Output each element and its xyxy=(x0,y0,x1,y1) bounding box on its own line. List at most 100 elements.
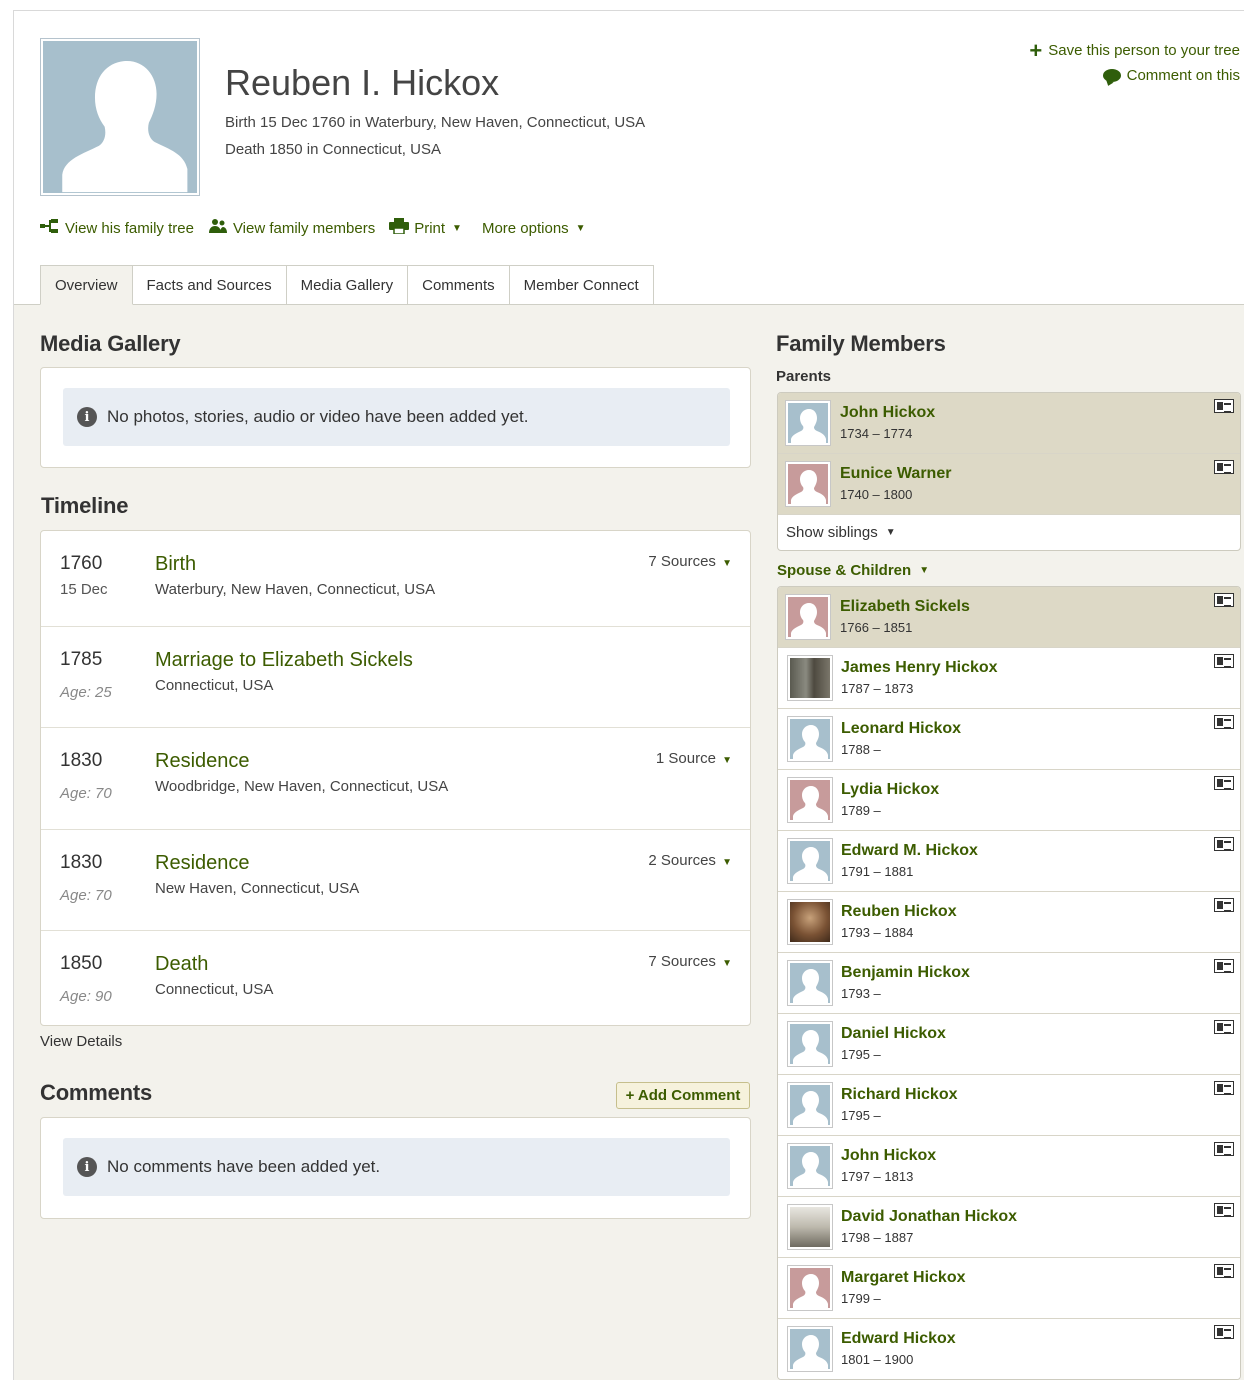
profile-card-icon[interactable] xyxy=(1214,1142,1234,1156)
timeline-event: 1830 Age: 70 Residence New Haven, Connec… xyxy=(41,830,750,931)
family-member-row[interactable]: James Henry Hickox 1787 – 1873 xyxy=(778,648,1240,709)
family-member-row[interactable]: Elizabeth Sickels 1766 – 1851 xyxy=(778,587,1240,648)
profile-card-icon[interactable] xyxy=(1214,1081,1234,1095)
show-siblings-row: Show siblings ▼ xyxy=(778,515,1240,550)
family-member-row[interactable]: John Hickox 1797 – 1813 xyxy=(778,1136,1240,1197)
info-icon: i xyxy=(77,1157,97,1177)
family-tree-icon xyxy=(40,218,60,238)
family-members-heading: Family Members xyxy=(776,331,946,356)
avatar xyxy=(787,777,833,823)
profile-photo[interactable] xyxy=(40,38,200,196)
family-member-row[interactable]: Benjamin Hickox 1793 – xyxy=(778,953,1240,1014)
profile-card-icon[interactable] xyxy=(1214,399,1234,413)
family-member-row[interactable]: Richard Hickox 1795 – xyxy=(778,1075,1240,1136)
person-name: Reuben I. Hickox xyxy=(225,62,500,103)
caret-down-icon: ▼ xyxy=(722,558,732,569)
event-title[interactable]: Birth xyxy=(155,553,196,576)
family-member-row[interactable]: David Jonathan Hickox 1798 – 1887 xyxy=(778,1197,1240,1258)
tab-overview[interactable]: Overview xyxy=(40,265,133,305)
caret-down-icon: ▼ xyxy=(575,222,586,234)
profile-card-icon[interactable] xyxy=(1214,1264,1234,1278)
avatar xyxy=(787,716,833,762)
parents-label: Parents xyxy=(776,368,832,385)
top-actions: + Save this person to your tree Comment … xyxy=(1029,38,1240,88)
parents-box: John Hickox 1734 – 1774 Eunice Warner 17… xyxy=(777,392,1241,551)
spouse-children-toggle[interactable]: Spouse & Children ▼ xyxy=(777,562,929,579)
event-title[interactable]: Marriage to Elizabeth Sickels xyxy=(155,649,413,672)
event-title[interactable]: Residence xyxy=(155,750,250,773)
add-comment-button[interactable]: + Add Comment xyxy=(616,1082,750,1109)
family-member-row[interactable]: Edward Hickox 1801 – 1900 xyxy=(778,1319,1240,1379)
profile-card-icon[interactable] xyxy=(1214,654,1234,668)
comment-link[interactable]: Comment on this xyxy=(1029,63,1240,88)
profile-tabs: Overview Facts and Sources Media Gallery… xyxy=(40,265,654,305)
profile-card-icon[interactable] xyxy=(1214,460,1234,474)
comments-empty-notice: i No comments have been added yet. xyxy=(63,1138,730,1196)
avatar xyxy=(787,655,833,701)
show-siblings-toggle[interactable]: Show siblings ▼ xyxy=(786,515,896,550)
profile-card-icon[interactable] xyxy=(1214,715,1234,729)
sources-dropdown[interactable]: 2 Sources ▼ xyxy=(648,852,732,869)
comment-bubble-icon xyxy=(1102,69,1121,82)
people-icon xyxy=(208,218,228,238)
family-member-row[interactable]: Eunice Warner 1740 – 1800 xyxy=(778,454,1240,515)
print-menu[interactable]: Print ▼ xyxy=(389,218,462,238)
avatar xyxy=(787,1265,833,1311)
person-silhouette-icon xyxy=(62,61,188,193)
spouse-children-box: Elizabeth Sickels 1766 – 1851 James Henr… xyxy=(777,586,1241,1380)
family-member-row[interactable]: Reuben Hickox 1793 – 1884 xyxy=(778,892,1240,953)
avatar xyxy=(787,960,833,1006)
profile-card-icon[interactable] xyxy=(1214,1020,1234,1034)
caret-down-icon: ▼ xyxy=(722,857,732,868)
profile-card-icon[interactable] xyxy=(1214,1325,1234,1339)
family-member-row[interactable]: John Hickox 1734 – 1774 xyxy=(778,393,1240,454)
caret-down-icon: ▼ xyxy=(885,527,896,538)
family-member-row[interactable]: Daniel Hickox 1795 – xyxy=(778,1014,1240,1075)
death-summary: Death 1850 in Connecticut, USA xyxy=(225,141,441,158)
printer-icon xyxy=(389,218,410,238)
event-title[interactable]: Residence xyxy=(155,852,250,875)
avatar xyxy=(787,1082,833,1128)
tab-member-connect[interactable]: Member Connect xyxy=(509,265,654,305)
avatar xyxy=(787,1021,833,1067)
sources-dropdown[interactable]: 7 Sources ▼ xyxy=(648,553,732,570)
profile-card-icon[interactable] xyxy=(1214,837,1234,851)
tab-media-gallery[interactable]: Media Gallery xyxy=(286,265,409,305)
avatar xyxy=(787,1143,833,1189)
more-options-menu[interactable]: More options ▼ xyxy=(482,220,586,237)
caret-down-icon: ▼ xyxy=(722,958,732,969)
save-to-tree-link[interactable]: + Save this person to your tree xyxy=(1029,38,1240,63)
media-gallery-panel: i No photos, stories, audio or video hav… xyxy=(40,367,751,468)
family-member-row[interactable]: Lydia Hickox 1789 – xyxy=(778,770,1240,831)
profile-card-icon[interactable] xyxy=(1214,593,1234,607)
family-member-row[interactable]: Edward M. Hickox 1791 – 1881 xyxy=(778,831,1240,892)
plus-icon: + xyxy=(1029,37,1043,63)
comments-heading: Comments xyxy=(40,1080,153,1105)
profile-card-icon[interactable] xyxy=(1214,1203,1234,1217)
tab-facts-and-sources[interactable]: Facts and Sources xyxy=(132,265,287,305)
tab-comments[interactable]: Comments xyxy=(408,265,510,305)
birth-summary: Birth 15 Dec 1760 in Waterbury, New Have… xyxy=(225,114,646,131)
avatar xyxy=(787,899,833,945)
timeline-event: 1760 15 Dec Birth Waterbury, New Haven, … xyxy=(41,531,750,627)
sources-dropdown[interactable]: 1 Source ▼ xyxy=(656,750,732,767)
family-member-row[interactable]: Margaret Hickox 1799 – xyxy=(778,1258,1240,1319)
avatar xyxy=(787,838,833,884)
profile-card-icon[interactable] xyxy=(1214,959,1234,973)
profile-toolbar: View his family tree View family members… xyxy=(40,218,586,238)
timeline-panel: 1760 15 Dec Birth Waterbury, New Haven, … xyxy=(40,530,751,1026)
view-family-tree-link[interactable]: View his family tree xyxy=(40,218,194,238)
event-title[interactable]: Death xyxy=(155,953,208,976)
avatar xyxy=(785,594,831,640)
media-empty-notice: i No photos, stories, audio or video hav… xyxy=(63,388,730,446)
caret-down-icon: ▼ xyxy=(919,565,930,576)
family-member-row[interactable]: Leonard Hickox 1788 – xyxy=(778,709,1240,770)
sources-dropdown[interactable]: 7 Sources ▼ xyxy=(648,953,732,970)
profile-card-icon[interactable] xyxy=(1214,898,1234,912)
comments-panel: i No comments have been added yet. xyxy=(40,1117,751,1219)
view-family-members-link[interactable]: View family members xyxy=(208,218,375,238)
profile-card-icon[interactable] xyxy=(1214,776,1234,790)
view-details-link[interactable]: View Details xyxy=(40,1033,122,1050)
info-icon: i xyxy=(77,407,97,427)
top-divider xyxy=(14,10,1244,11)
